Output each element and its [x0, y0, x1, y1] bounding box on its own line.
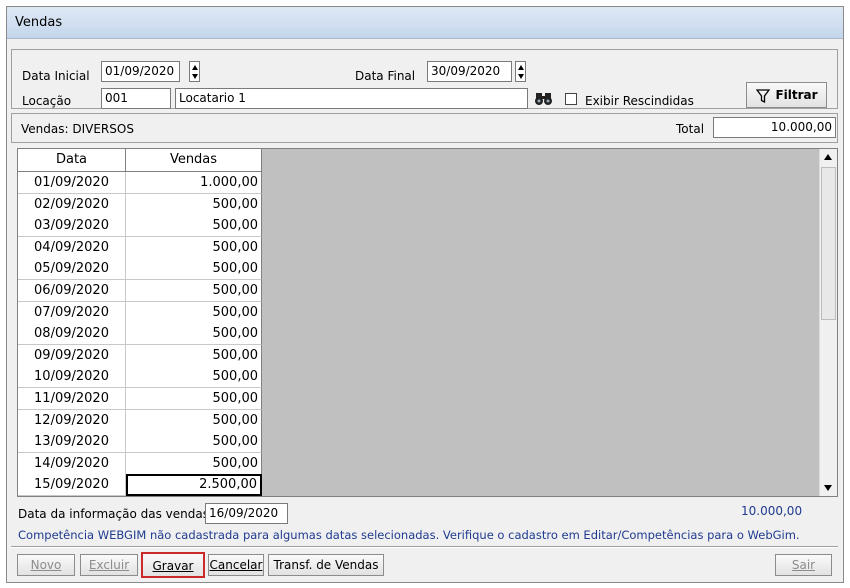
cell-date[interactable]: 12/09/2020: [18, 409, 126, 432]
cell-date[interactable]: 09/09/2020: [18, 344, 126, 367]
table-row[interactable]: 14/09/2020 500,00: [18, 452, 262, 475]
table-row[interactable]: 15/09/2020 2.500,00: [18, 474, 262, 496]
cell-vendas[interactable]: 500,00: [126, 301, 262, 324]
vertical-scrollbar[interactable]: [819, 149, 837, 496]
total-label: Total: [676, 122, 705, 136]
cell-vendas[interactable]: 1.000,00: [126, 172, 262, 194]
cell-vendas[interactable]: 2.500,00: [126, 474, 262, 496]
table-row[interactable]: 08/09/2020 500,00: [18, 323, 262, 346]
cell-date[interactable]: 15/09/2020: [18, 474, 126, 496]
locacao-label: Locação: [22, 94, 72, 108]
table-row[interactable]: 02/09/2020 500,00: [18, 193, 262, 216]
cell-vendas[interactable]: 500,00: [126, 452, 262, 475]
info-date-field[interactable]: 16/09/2020: [205, 503, 288, 524]
cell-vendas[interactable]: 500,00: [126, 236, 262, 259]
data-final-spinner[interactable]: [515, 61, 526, 82]
funnel-icon: [756, 89, 770, 103]
scroll-up-icon[interactable]: [824, 154, 832, 160]
vendas-label: Vendas: DIVERSOS: [21, 122, 134, 136]
novo-button[interactable]: Novo: [17, 554, 75, 576]
filtrar-button[interactable]: Filtrar: [746, 82, 827, 108]
scroll-down-icon[interactable]: [824, 485, 832, 491]
cell-vendas[interactable]: 500,00: [126, 323, 262, 346]
cell-date[interactable]: 05/09/2020: [18, 258, 126, 281]
table-row[interactable]: 05/09/2020 500,00: [18, 258, 262, 281]
table-row[interactable]: 11/09/2020 500,00: [18, 388, 262, 410]
excluir-label: Excluir: [88, 558, 130, 572]
gravar-button[interactable]: Gravar: [141, 552, 205, 578]
footer-divider: [11, 546, 838, 548]
table-row[interactable]: 06/09/2020 500,00: [18, 280, 262, 302]
transf-vendas-label: Transf. de Vendas: [273, 558, 379, 572]
cell-vendas[interactable]: 500,00: [126, 388, 262, 410]
table-row[interactable]: 10/09/2020 500,00: [18, 366, 262, 389]
spin-down-icon[interactable]: [192, 74, 198, 79]
transf-vendas-button[interactable]: Transf. de Vendas: [268, 554, 384, 576]
cell-vendas[interactable]: 500,00: [126, 409, 262, 432]
data-final-field[interactable]: 30/09/2020: [427, 61, 512, 82]
spin-up-icon[interactable]: [192, 65, 198, 70]
data-inicial-label: Data Inicial: [22, 69, 90, 83]
vendas-grid[interactable]: Data Vendas 01/09/2020 1.000,00 02/09/2020…: [17, 148, 838, 497]
cell-date[interactable]: 07/09/2020: [18, 301, 126, 324]
summary-bar: Vendas: DIVERSOS Total 10.000,00: [11, 113, 838, 143]
gravar-label: Gravar: [152, 559, 194, 573]
window-title: Vendas: [15, 15, 63, 30]
column-header-vendas[interactable]: Vendas: [126, 149, 262, 172]
locacao-name-field[interactable]: Locatario 1: [175, 88, 528, 109]
column-header-data[interactable]: Data: [18, 149, 126, 172]
table-row[interactable]: 07/09/2020 500,00: [18, 301, 262, 324]
cell-date[interactable]: 11/09/2020: [18, 388, 126, 410]
data-inicial-field[interactable]: 01/09/2020: [101, 61, 180, 82]
sair-label: Sair: [791, 558, 816, 572]
cell-date[interactable]: 06/09/2020: [18, 280, 126, 302]
vendas-window: Vendas Data Inicial 01/09/2020 Data Fina…: [6, 6, 844, 583]
cell-date[interactable]: 14/09/2020: [18, 452, 126, 475]
scrollbar-thumb[interactable]: [821, 167, 836, 320]
cell-vendas[interactable]: 500,00: [126, 258, 262, 281]
cell-vendas[interactable]: 500,00: [126, 431, 262, 454]
competencia-warning: Competência WEBGIM não cadastrada para a…: [18, 528, 800, 542]
title-bar: Vendas: [7, 7, 843, 39]
excluir-button[interactable]: Excluir: [80, 554, 138, 576]
cell-vendas[interactable]: 500,00: [126, 344, 262, 367]
cancelar-label: Cancelar: [209, 558, 263, 572]
cell-date[interactable]: 10/09/2020: [18, 366, 126, 389]
table-row[interactable]: 04/09/2020 500,00: [18, 236, 262, 259]
novo-label: Novo: [30, 558, 62, 572]
filtrar-label: Filtrar: [775, 88, 818, 102]
locacao-code-field[interactable]: 001: [101, 88, 171, 109]
exibir-rescindidas-label: Exibir Rescindidas: [585, 94, 694, 108]
cancelar-button[interactable]: Cancelar: [208, 554, 264, 576]
filter-panel: Data Inicial 01/09/2020 Data Final 30/09…: [11, 49, 838, 109]
cell-date[interactable]: 13/09/2020: [18, 431, 126, 454]
table-row[interactable]: 01/09/2020 1.000,00: [18, 172, 262, 194]
cell-date[interactable]: 08/09/2020: [18, 323, 126, 346]
sair-button[interactable]: Sair: [775, 554, 832, 576]
cell-vendas[interactable]: 500,00: [126, 280, 262, 302]
cell-date[interactable]: 02/09/2020: [18, 193, 126, 216]
cell-date[interactable]: 03/09/2020: [18, 215, 126, 238]
table-row[interactable]: 09/09/2020 500,00: [18, 344, 262, 367]
total-field: 10.000,00: [713, 117, 836, 138]
cell-date[interactable]: 04/09/2020: [18, 236, 126, 259]
spin-down-icon[interactable]: [518, 74, 524, 79]
data-final-label: Data Final: [355, 69, 416, 83]
table-row[interactable]: 03/09/2020 500,00: [18, 215, 262, 238]
exibir-rescindidas-checkbox[interactable]: [565, 93, 577, 105]
cell-date[interactable]: 01/09/2020: [18, 172, 126, 194]
table-row[interactable]: 13/09/2020 500,00: [18, 431, 262, 454]
cell-vendas[interactable]: 500,00: [126, 215, 262, 238]
spin-up-icon[interactable]: [518, 65, 524, 70]
data-inicial-spinner[interactable]: [189, 61, 200, 82]
info-date-label: Data da informação das vendas: [18, 507, 209, 521]
table-row[interactable]: 12/09/2020 500,00: [18, 409, 262, 432]
binoculars-icon[interactable]: [533, 88, 555, 109]
sum-value: 10.000,00: [741, 504, 803, 518]
cell-vendas[interactable]: 500,00: [126, 193, 262, 216]
cell-vendas[interactable]: 500,00: [126, 366, 262, 389]
